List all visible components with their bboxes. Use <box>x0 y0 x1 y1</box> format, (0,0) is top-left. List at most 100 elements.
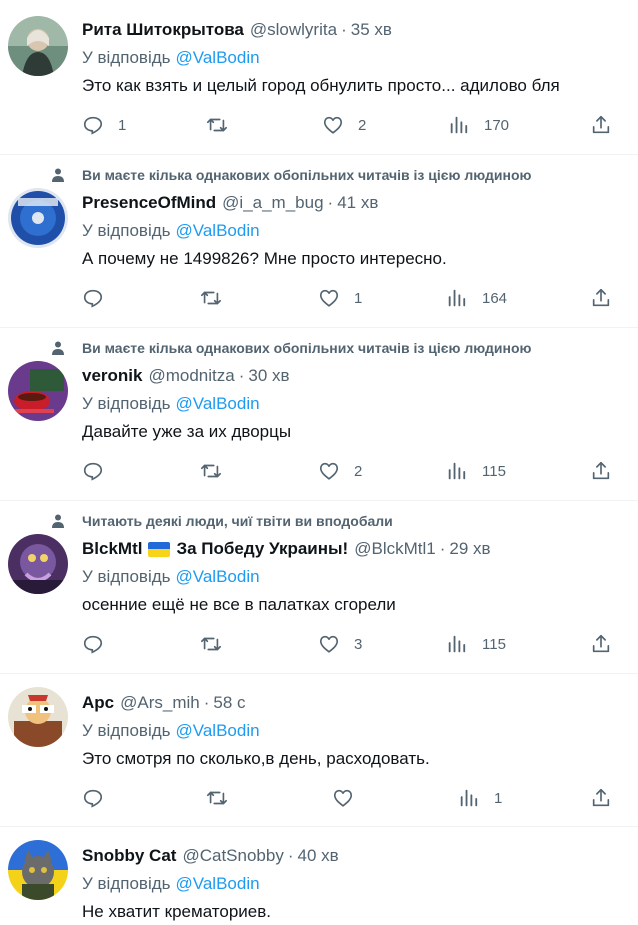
views-button[interactable]: 115 <box>446 459 506 483</box>
share-icon <box>592 461 610 480</box>
tweet-text: А почему не 1499826? Мне просто интересн… <box>82 249 447 268</box>
separator-dot: · <box>287 846 294 865</box>
retweet-button[interactable] <box>206 113 242 137</box>
user-handle[interactable]: @slowlyrita <box>250 20 337 40</box>
reply-icon <box>83 635 103 654</box>
reply-button[interactable]: 1 <box>82 113 126 137</box>
user-handle[interactable]: @BlckMtl1 <box>354 539 436 559</box>
reply-to-line: У відповідь @ValBodin <box>82 392 260 416</box>
reply-icon <box>83 289 103 308</box>
reply-icon <box>83 462 103 481</box>
display-name[interactable]: veronik <box>82 366 142 386</box>
display-name-suffix: За Победу Украины! <box>176 539 349 558</box>
like-button[interactable]: 2 <box>322 113 366 137</box>
social-context: Ви маєте кілька однакових обопільних чит… <box>50 165 531 185</box>
separator-dot: · <box>439 539 446 558</box>
display-name[interactable]: Рита Шитокрытова <box>82 20 244 40</box>
user-handle[interactable]: @CatSnobby <box>182 846 283 866</box>
like-icon <box>319 635 339 653</box>
timestamp[interactable]: 58 с <box>213 693 245 713</box>
tweet-header: Рита Шитокрытова @slowlyrita · 35 хв <box>82 18 392 42</box>
avatar[interactable] <box>8 840 68 900</box>
user-handle[interactable]: @i_a_m_bug <box>222 193 323 213</box>
views-count: 164 <box>482 289 508 307</box>
like-icon <box>333 789 353 807</box>
retweet-icon <box>201 291 221 305</box>
share-button[interactable] <box>590 113 612 137</box>
reply-to-line: У відповідь @ValBodin <box>82 719 260 743</box>
views-button[interactable]: 164 <box>446 286 507 310</box>
reply-icon <box>83 116 103 135</box>
avatar[interactable] <box>8 687 68 747</box>
separator-dot: · <box>327 193 334 212</box>
like-icon <box>319 462 339 480</box>
retweet-button[interactable] <box>200 286 236 310</box>
like-button[interactable]: 2 <box>318 459 362 483</box>
display-name[interactable]: Apc <box>82 693 114 713</box>
tweet-text: Не хватит крематориев. <box>82 902 271 921</box>
display-name[interactable]: PresenceOfMind <box>82 193 216 213</box>
share-button[interactable] <box>590 786 612 810</box>
action-bar: 1 2 170 <box>82 113 622 137</box>
user-handle[interactable]: @Ars_mih <box>120 693 200 713</box>
views-count: 170 <box>484 116 510 134</box>
views-icon <box>448 635 466 653</box>
like-icon <box>323 116 343 134</box>
reply-to-line: У відповідь @ValBodin <box>82 46 260 70</box>
timestamp[interactable]: 35 хв <box>351 20 392 40</box>
reply-button[interactable] <box>82 459 118 483</box>
action-bar: 1 <box>82 786 622 810</box>
mention-link[interactable]: @ValBodin <box>176 221 260 241</box>
retweet-button[interactable] <box>200 459 236 483</box>
share-button[interactable] <box>590 459 612 483</box>
retweet-button[interactable] <box>200 632 236 656</box>
tweet-veronik[interactable]: Ви маєте кілька однакових обопільних чит… <box>0 328 638 501</box>
timestamp[interactable]: 29 хв <box>449 539 490 559</box>
retweet-button[interactable] <box>206 786 242 810</box>
tweet-snobbycat[interactable]: Snobby Cat @CatSnobby · 40 хв У відповід… <box>0 827 638 925</box>
mention-link[interactable]: @ValBodin <box>176 48 260 68</box>
action-bar: 1 164 <box>82 286 622 310</box>
reply-prefix: У відповідь <box>82 394 171 413</box>
tweet-rita[interactable]: Рита Шитокрытова @slowlyrita · 35 хв У в… <box>0 0 638 155</box>
like-button[interactable]: 3 <box>318 632 362 656</box>
mention-link[interactable]: @ValBodin <box>176 721 260 741</box>
user-handle[interactable]: @modnitza <box>148 366 234 386</box>
tweet-text: осенние ещё не все в палатках сгорели <box>82 595 396 614</box>
reply-button[interactable] <box>82 286 118 310</box>
views-count: 115 <box>482 462 506 480</box>
tweet-presenceofmind[interactable]: Ви маєте кілька однакових обопільних чит… <box>0 155 638 328</box>
reply-button[interactable] <box>82 786 118 810</box>
timestamp[interactable]: 30 хв <box>248 366 289 386</box>
mention-link[interactable]: @ValBodin <box>176 394 260 414</box>
share-button[interactable] <box>590 286 612 310</box>
timestamp[interactable]: 40 хв <box>298 846 339 866</box>
tweet-text: Это смотря по сколько,в день, расходоват… <box>82 749 430 768</box>
avatar[interactable] <box>8 534 68 594</box>
reply-prefix: У відповідь <box>82 874 171 893</box>
tweet-header: Apc @Ars_mih · 58 с <box>82 691 246 715</box>
reply-button[interactable] <box>82 632 118 656</box>
tweet-header: PresenceOfMind @i_a_m_bug · 41 хв <box>82 191 378 215</box>
share-button[interactable] <box>590 632 612 656</box>
views-button[interactable]: 170 <box>448 113 509 137</box>
share-icon <box>592 634 610 653</box>
like-icon <box>319 289 339 307</box>
display-name[interactable]: Snobby Cat <box>82 846 176 866</box>
avatar[interactable] <box>8 188 68 248</box>
display-name[interactable]: BlckMtl <box>82 539 142 559</box>
mention-link[interactable]: @ValBodin <box>176 874 260 894</box>
tweet-header: BlckMtl За Победу Украины! @BlckMtl1 · 2… <box>82 537 491 561</box>
social-context: Читають деякі люди, чиї твіти ви вподоба… <box>50 511 393 531</box>
tweet-blckmtl[interactable]: Читають деякі люди, чиї твіти ви вподоба… <box>0 501 638 674</box>
avatar[interactable] <box>8 16 68 76</box>
views-button[interactable]: 1 <box>458 786 502 810</box>
separator-dot: · <box>238 366 245 385</box>
tweet-apc[interactable]: Apc @Ars_mih · 58 с У відповідь @ValBodi… <box>0 674 638 827</box>
avatar[interactable] <box>8 361 68 421</box>
views-button[interactable]: 115 <box>446 632 506 656</box>
like-button[interactable]: 1 <box>318 286 362 310</box>
timestamp[interactable]: 41 хв <box>337 193 378 213</box>
mention-link[interactable]: @ValBodin <box>176 567 260 587</box>
like-button[interactable] <box>332 786 368 810</box>
